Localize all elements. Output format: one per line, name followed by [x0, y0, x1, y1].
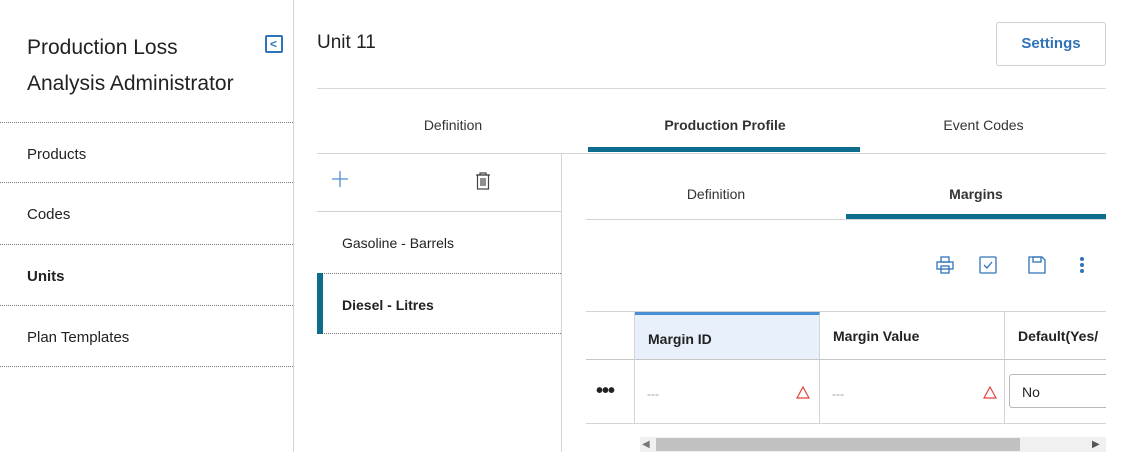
inner-tab-bar: Definition Margins — [586, 156, 1106, 220]
column-header-label: Margin Value — [833, 328, 920, 344]
panel-divider — [561, 154, 562, 452]
trash-icon[interactable] — [472, 170, 494, 192]
margins-grid: Margin ID Margin Value Default(Yes/ ••• … — [586, 311, 1106, 425]
active-tab-indicator — [588, 147, 860, 152]
column-header-margin-value[interactable]: Margin Value — [820, 312, 1005, 360]
list-item[interactable]: Diesel - Litres — [317, 273, 561, 334]
settings-button[interactable]: Settings — [996, 22, 1106, 66]
more-vertical-icon[interactable] — [1076, 254, 1088, 276]
warning-icon — [795, 385, 811, 399]
row-menu-header — [586, 312, 635, 360]
page-title: Unit 11 — [317, 32, 376, 53]
active-tab-indicator — [846, 214, 1106, 219]
tab-definition[interactable]: Definition — [586, 156, 846, 219]
column-header-label: Default(Yes/ — [1018, 328, 1099, 344]
sidebar-item-units[interactable]: Units — [0, 244, 293, 305]
column-header-default[interactable]: Default(Yes/ — [1005, 312, 1106, 360]
settings-button-label: Settings — [1021, 35, 1081, 52]
sidebar-item-products[interactable]: Products — [0, 122, 293, 183]
margin-id-cell[interactable]: --- — [635, 360, 820, 424]
list-item-label: Diesel - Litres — [342, 297, 434, 313]
default-cell: No — [1005, 360, 1106, 424]
tab-production-profile[interactable]: Production Profile — [589, 89, 861, 153]
sidebar-item-codes[interactable]: Codes — [0, 182, 293, 243]
save-icon[interactable] — [1026, 254, 1048, 276]
row-menu-cell[interactable]: ••• — [586, 360, 635, 424]
more-horizontal-icon[interactable]: ••• — [596, 380, 615, 403]
warning-icon — [982, 385, 998, 399]
scroll-right-icon[interactable]: ▶ — [1092, 439, 1100, 450]
add-icon[interactable] — [328, 167, 352, 191]
default-select[interactable]: No — [1009, 374, 1106, 408]
tab-event-codes[interactable]: Event Codes — [861, 89, 1106, 153]
sidebar-item-label: Units — [27, 268, 65, 285]
list-item[interactable]: Gasoline - Barrels — [317, 213, 561, 274]
active-item-indicator — [317, 273, 323, 334]
default-select-value: No — [1022, 384, 1040, 400]
app-title: Production Loss Analysis Administrator — [27, 36, 234, 95]
column-header-label: Margin ID — [648, 331, 712, 347]
checkbox-icon[interactable] — [977, 254, 999, 276]
margin-id-value: --- — [647, 387, 659, 401]
margin-value-value: --- — [832, 387, 844, 401]
chevron-left-icon: < — [270, 37, 278, 51]
margin-value-cell[interactable]: --- — [820, 360, 1005, 424]
sidebar-divider — [0, 366, 293, 367]
print-icon[interactable] — [934, 254, 956, 276]
sidebar-item-label: Plan Templates — [27, 329, 130, 346]
collapse-sidebar-button[interactable]: < — [265, 35, 283, 53]
scroll-left-icon[interactable]: ◀ — [642, 439, 650, 450]
divider — [317, 211, 561, 212]
tab-definition[interactable]: Definition — [317, 89, 589, 153]
sidebar-item-plan-templates[interactable]: Plan Templates — [0, 305, 293, 366]
tab-margins[interactable]: Margins — [846, 156, 1106, 219]
sidebar-item-label: Products — [27, 146, 87, 163]
list-item-label: Gasoline - Barrels — [342, 235, 455, 251]
scrollbar-thumb[interactable] — [656, 438, 1020, 451]
column-header-margin-id[interactable]: Margin ID — [635, 312, 820, 360]
sidebar-item-label: Codes — [27, 206, 71, 223]
top-tab-bar: Definition Production Profile Event Code… — [317, 88, 1106, 154]
